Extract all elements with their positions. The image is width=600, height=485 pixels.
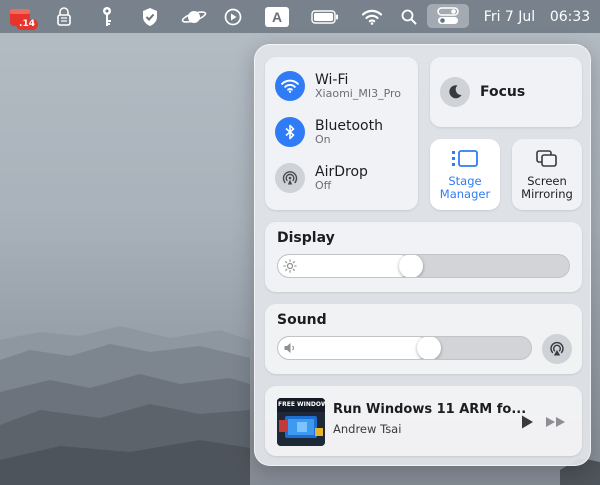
moon-icon (449, 85, 462, 99)
control-center-panel: Wi-Fi Xiaomi_MI3_Pro Bluetooth On AirDro… (254, 44, 591, 466)
spotlight-menu[interactable] (398, 0, 420, 33)
display-slider-fill (278, 255, 411, 277)
vpn-toggle-menu[interactable] (180, 0, 208, 33)
shield-check-icon (143, 7, 157, 26)
display-title: Display (277, 230, 335, 246)
display-module: Display (265, 222, 582, 292)
sound-module: Sound (265, 304, 582, 374)
album-artwork: FREE WINDOWS? (277, 398, 325, 446)
saturn-icon (181, 10, 207, 23)
screen-mirroring-icon (536, 150, 557, 167)
airdrop-status: Off (315, 178, 332, 192)
control-center-icon (437, 7, 459, 24)
stage-manager-button[interactable]: Stage Manager (430, 139, 500, 210)
bluetooth-button[interactable] (275, 117, 305, 147)
wifi-icon (362, 9, 382, 25)
focus-button[interactable]: Focus (430, 57, 582, 127)
airdrop-button[interactable] (275, 163, 305, 193)
play-icon[interactable] (520, 414, 534, 430)
bluetooth-status: On (315, 132, 331, 146)
stage-manager-icon (452, 150, 478, 167)
wifi-icon (281, 79, 299, 93)
now-playing-title: Run Windows 11 ARM fo... (333, 402, 527, 417)
media-menu[interactable] (222, 0, 244, 33)
airdrop-toggle[interactable]: AirDrop Off (275, 163, 368, 193)
airplay-audio-icon (550, 341, 564, 356)
wifi-button[interactable] (275, 71, 305, 101)
search-icon (401, 9, 417, 24)
stage-manager-label-2: Manager (439, 187, 491, 201)
fast-forward-icon[interactable] (545, 416, 567, 428)
keychain-menu[interactable] (96, 0, 118, 33)
album-art-text: FREE WINDOWS? (278, 401, 325, 408)
notification-badge: .14 (16, 19, 38, 30)
input-source-letter: A (265, 6, 289, 27)
key-icon (103, 6, 111, 26)
vpn-menu[interactable] (52, 0, 76, 33)
brightness-icon (283, 259, 297, 273)
control-center-menu[interactable] (427, 4, 469, 28)
sound-slider-fill (278, 337, 429, 359)
connectivity-module: Wi-Fi Xiaomi_MI3_Pro Bluetooth On AirDro… (265, 57, 418, 210)
menubar-date[interactable]: Fri 7 Jul (477, 0, 542, 33)
menu-bar: .14 A Fri 7 Jul 06:33 (0, 0, 600, 33)
sound-slider-knob[interactable] (417, 337, 441, 359)
sound-volume-slider[interactable] (277, 336, 532, 360)
battery-menu[interactable] (310, 0, 340, 33)
focus-label: Focus (480, 84, 526, 100)
focus-icon-wrap (440, 77, 470, 107)
calendar-badge-menu[interactable]: .14 (6, 0, 38, 33)
display-slider-knob[interactable] (399, 255, 423, 277)
sound-title: Sound (277, 312, 327, 328)
wifi-title: Wi-Fi (315, 71, 349, 88)
wifi-toggle[interactable]: Wi-Fi Xiaomi_MI3_Pro (275, 71, 401, 101)
bluetooth-icon (285, 124, 295, 140)
screen-mirroring-label-2: Mirroring (521, 187, 573, 201)
bluetooth-title: Bluetooth (315, 117, 383, 134)
network-lock-icon (57, 6, 71, 26)
airdrop-title: AirDrop (315, 163, 368, 180)
bluetooth-toggle[interactable]: Bluetooth On (275, 117, 383, 147)
security-menu[interactable] (138, 0, 162, 33)
wifi-menu[interactable] (360, 0, 384, 33)
now-playing-artist: Andrew Tsai (333, 422, 402, 436)
audio-output-button[interactable] (542, 334, 572, 364)
speaker-icon (284, 343, 295, 353)
input-source-menu[interactable]: A (263, 0, 291, 33)
display-brightness-slider[interactable] (277, 254, 570, 278)
screen-mirroring-button[interactable]: Screen Mirroring (512, 139, 582, 210)
airdrop-icon (282, 171, 298, 185)
battery-icon (311, 9, 338, 24)
wifi-network-name: Xiaomi_MI3_Pro (315, 86, 402, 100)
menubar-time[interactable]: 06:33 (545, 0, 595, 33)
now-playing-module[interactable]: FREE WINDOWS? Run Windows 11 ARM fo... A… (265, 386, 582, 456)
play-circle-icon (224, 8, 242, 25)
